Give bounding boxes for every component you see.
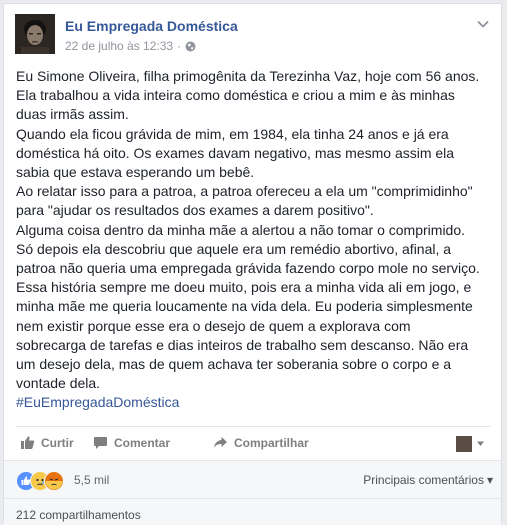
- post-line: Ao relatar isso para a patroa, a patroa …: [16, 183, 473, 200]
- comment-sort-dropdown[interactable]: Principais comentários ▾: [363, 473, 493, 487]
- post-line: Quando ela ficou grávida de mim, em 1984…: [16, 125, 449, 142]
- post-card: Eu Empregada Doméstica 22 de julho às 12…: [3, 3, 502, 525]
- reaction-count[interactable]: 5,5 mil: [74, 473, 109, 487]
- page-avatar[interactable]: [15, 14, 55, 54]
- post-line: patroa não queria uma empregada grávida …: [16, 260, 480, 277]
- post-line: minha mãe me queria loucamente na vida d…: [16, 298, 473, 315]
- angry-icon: [44, 471, 64, 491]
- share-arrow-icon: [213, 435, 228, 450]
- comment-label: Comentar: [114, 435, 171, 450]
- comment-icon: [93, 435, 108, 450]
- reactions-bar: 5,5 mil Principais comentários ▾: [4, 460, 501, 499]
- post-line: sabia que estava esperando um bebê.: [16, 164, 255, 181]
- meta-separator: ·: [177, 39, 182, 53]
- post-line: doméstica há oito. Os exames davam negat…: [16, 144, 455, 161]
- globe-icon: [185, 41, 196, 52]
- timestamp-link[interactable]: 22 de julho às 12:33: [65, 39, 173, 53]
- post-header: Eu Empregada Doméstica 22 de julho às 12…: [15, 14, 491, 60]
- action-bar: Curtir Comentar Compartilhar: [16, 426, 491, 461]
- sort-label: Principais comentários: [363, 473, 484, 487]
- comment-button[interactable]: Comentar: [93, 435, 170, 450]
- post-line: duas irmãs assim.: [16, 106, 129, 123]
- post-as-selector[interactable]: [456, 435, 485, 453]
- caret-down-icon: [476, 435, 485, 453]
- post-line: Essa história sempre me doeu muito, pois…: [16, 279, 472, 296]
- like-label: Curtir: [41, 435, 74, 450]
- thumbs-up-icon: [20, 435, 35, 450]
- post-meta: 22 de julho às 12:33 ·: [65, 39, 196, 53]
- sort-arrow-icon: ▾: [486, 473, 493, 487]
- page-name-link[interactable]: Eu Empregada Doméstica: [65, 18, 238, 34]
- share-button[interactable]: Compartilhar: [213, 435, 309, 450]
- chevron-down-icon[interactable]: [475, 16, 491, 32]
- post-line: sobrecarga de tarefas e dias inteiros de…: [16, 336, 469, 353]
- like-button[interactable]: Curtir: [20, 435, 74, 450]
- shares-count-link[interactable]: 212 compartilhamentos: [16, 508, 141, 522]
- post-line: nem existir porque esse era o desejo de …: [16, 317, 411, 334]
- post-line: vontade dela.: [16, 375, 101, 392]
- post-line: Alguma coisa dentro da minha mãe a alert…: [16, 221, 466, 238]
- viewer-avatar: [456, 436, 472, 452]
- post-line: Eu Simone Oliveira, filha primogênita da…: [16, 68, 480, 84]
- post-line: Ela trabalhou a vida inteira como domést…: [16, 87, 455, 104]
- share-label: Compartilhar: [234, 435, 309, 450]
- reaction-icons[interactable]: [16, 471, 72, 491]
- hashtag-link[interactable]: #EuEmpregadaDoméstica: [16, 393, 498, 412]
- post-line: Só depois ela descobriu que aquele era u…: [16, 240, 452, 257]
- post-line: um desejo dela, mas de quem achava ter s…: [16, 356, 452, 373]
- post-body: Eu Simone Oliveira, filha primogênita da…: [16, 67, 498, 413]
- post-line: para "ajudar os resultados dos exames a …: [16, 202, 374, 219]
